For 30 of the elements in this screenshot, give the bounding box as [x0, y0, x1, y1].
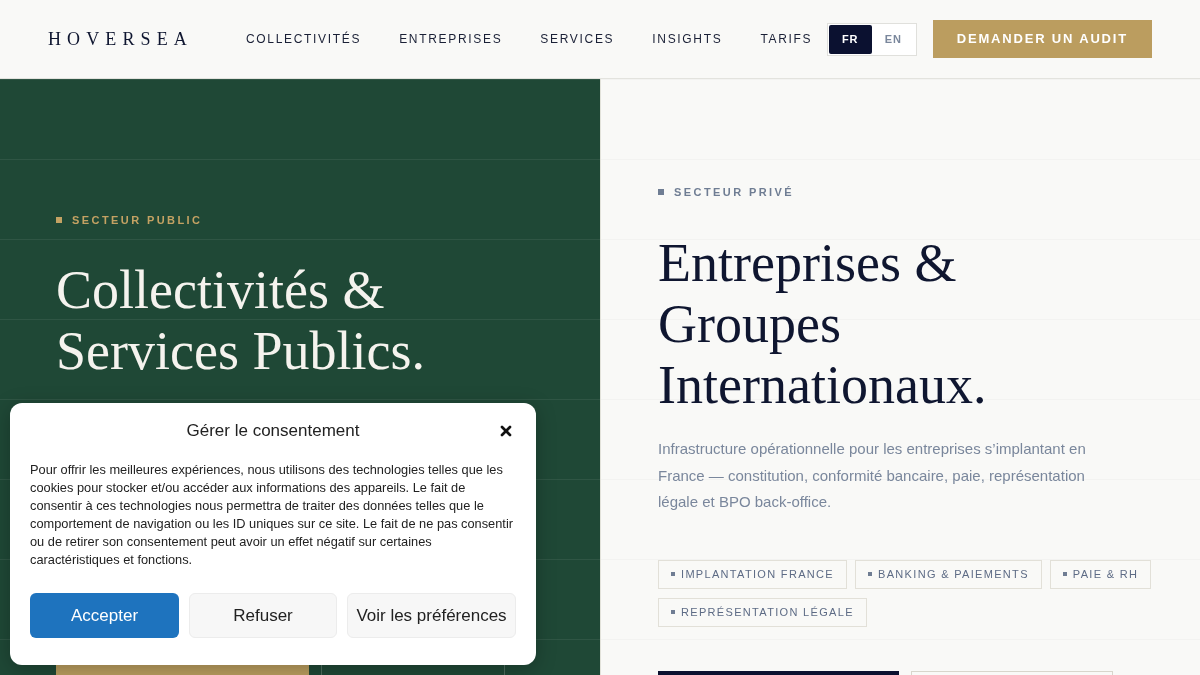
consent-button[interactable]: Voir les préférences [347, 593, 516, 638]
tag-label: REPRÉSENTATION LÉGALE [681, 604, 854, 620]
square-bullet-icon [56, 217, 62, 223]
language-option[interactable]: EN [871, 24, 915, 54]
nav-link[interactable]: INSIGHTS [652, 30, 723, 48]
close-icon [498, 423, 514, 439]
nav-link[interactable]: ENTREPRISES [399, 30, 503, 48]
language-option[interactable]: FR [828, 24, 872, 54]
nav-link[interactable]: TARIFS [760, 30, 813, 48]
close-button[interactable] [498, 423, 514, 439]
tag-label: IMPLANTATION FRANCE [681, 566, 834, 582]
consent-button[interactable]: Refuser [189, 593, 337, 638]
tag-label: PAIE & RH [1072, 566, 1139, 582]
consent-text: Pour offrir les meilleures expériences, nous utilisons des technologies telles que les cookies pour stocker et/ou accéder aux informations des appareils. Le fait de consentir à ces technologies nous permettra de traiter des données telles que le comportement de navigation ou les ID uniques sur ce site. Le fait de ne pas consentir ou de retirer son consentement peut avoir un effet négatif sur certaines caractéristiques et fonctions. [30, 461, 514, 569]
square-bullet-icon [658, 189, 664, 195]
consent-button[interactable]: Accepter [30, 593, 179, 638]
tag-label: BANKING & PAIEMENTS [878, 566, 1029, 582]
section-heading: Collectivités & Services Publics. [56, 260, 425, 382]
nav-link[interactable]: COLLECTIVITÉS [245, 30, 362, 48]
square-bullet-icon [1062, 572, 1067, 576]
dialog-title: Gérer le consentement [186, 420, 360, 443]
nav-link[interactable]: SERVICES [540, 30, 615, 48]
square-bullet-icon [671, 572, 675, 576]
square-bullet-icon [868, 572, 872, 576]
eyebrow-label: SECTEUR PRIVÉ [674, 185, 795, 199]
section-heading: Entreprises & Groupes Internationaux. [658, 233, 987, 416]
eyebrow-label: SECTEUR PUBLIC [72, 213, 203, 227]
square-bullet-icon [671, 610, 675, 614]
section-description: Infrastructure opérationnelle pour les entreprises s’implantant en France — constitution, conformité bancaire, paie, représentation légale et BPO back-office. [658, 439, 1087, 512]
logo[interactable]: HOVERSEA [48, 30, 193, 48]
